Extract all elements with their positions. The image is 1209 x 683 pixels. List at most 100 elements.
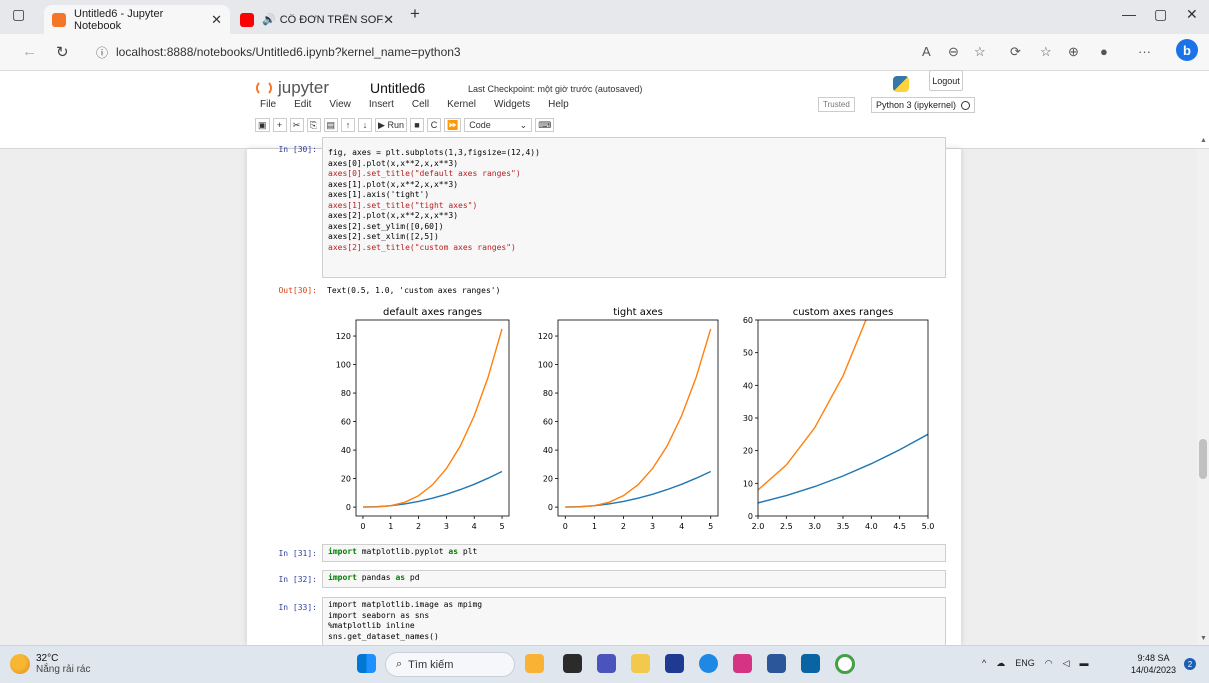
input-prompt: In [33]:	[278, 603, 317, 612]
volume-icon[interactable]: ◁	[1063, 658, 1070, 669]
back-icon[interactable]: ←	[22, 43, 37, 60]
menu-edit[interactable]: Edit	[294, 99, 311, 110]
cut-icon[interactable]: ✂	[289, 118, 304, 132]
jupyter-logo[interactable]: jupyter	[256, 78, 329, 98]
checkpoint-status: Last Checkpoint: một giờ trước (autosave…	[468, 84, 643, 94]
input-prompt: In [32]:	[278, 575, 317, 584]
mail-icon[interactable]	[801, 654, 820, 673]
menu-view[interactable]: View	[329, 99, 351, 110]
menu-cell[interactable]: Cell	[412, 99, 429, 110]
battery-icon[interactable]: ▬	[1080, 658, 1089, 669]
save-icon[interactable]: ▣	[255, 118, 270, 132]
chevron-up-icon[interactable]: ^	[982, 658, 986, 669]
input-prompt: In [30]:	[278, 145, 317, 154]
windows-start-icon[interactable]	[357, 654, 376, 673]
menu-file[interactable]: File	[260, 99, 276, 110]
search-icon: ⌕	[396, 658, 403, 670]
x-tick-label: 0	[360, 522, 365, 531]
new-tab-button[interactable]: +	[410, 4, 420, 24]
page-scrollbar[interactable]: ▲ ▼	[1197, 137, 1209, 645]
edge-icon[interactable]	[699, 654, 718, 673]
cloud-icon[interactable]: ☁	[996, 658, 1005, 669]
tab-label: CÔ ĐƠN TRÊN SOFA | Hồ N	[279, 13, 383, 26]
restart-icon[interactable]: C	[426, 118, 441, 132]
restart-run-icon[interactable]: ⏩	[443, 118, 462, 132]
logout-button[interactable]: Logout	[929, 70, 963, 91]
add-cell-icon[interactable]: +	[272, 118, 287, 132]
browser-tab-bar: ▢ Untitled6 - Jupyter Notebook ✕ 🔊 CÔ ĐƠ…	[0, 0, 1209, 34]
x-tick-label: 3	[444, 522, 449, 531]
notebook-toolbar: ▣ + ✂ ⎘ ▤ ↑ ↓ ▶ Run ■ C ⏩ Code ⌄ ⌨	[255, 118, 555, 132]
notebook-name[interactable]: Untitled6	[370, 80, 425, 96]
code-cell-31[interactable]: import matplotlib.pyplot as plt	[322, 544, 946, 562]
code-cell-30[interactable]: fig, axes = plt.subplots(1,3,figsize=(12…	[322, 137, 946, 278]
copy-icon[interactable]: ⎘	[306, 118, 321, 132]
weather-description: Nắng rải rác	[36, 664, 91, 675]
clock-time: 9:48 SA	[1137, 653, 1170, 663]
scroll-down-icon[interactable]: ▼	[1200, 635, 1207, 642]
store-icon[interactable]	[665, 654, 684, 673]
bing-icon[interactable]: b	[1176, 39, 1198, 61]
x-tick-label: 2	[621, 522, 626, 531]
trusted-badge[interactable]: Trusted	[818, 97, 855, 112]
y-tick-label: 40	[543, 446, 553, 455]
notebook-area: In [30]: fig, axes = plt.subplots(1,3,fi…	[0, 137, 1209, 649]
more-icon[interactable]: ···	[1138, 44, 1151, 59]
notification-badge[interactable]: 2	[1184, 658, 1196, 670]
cell-type-select[interactable]: Code ⌄	[464, 118, 533, 132]
url-field[interactable]: ⓘ localhost:8888/notebooks/Untitled6.ipy…	[96, 41, 876, 63]
windows-taskbar: 32°C Nắng rải rác ⌕ Tìm kiếm ^ ☁ ENG ◠ ◁ …	[0, 645, 1209, 683]
close-window-icon[interactable]: ✕	[1186, 6, 1198, 23]
profile-icon[interactable]: ●	[1100, 44, 1108, 59]
scrollbar-thumb[interactable]	[1199, 439, 1207, 479]
menu-widgets[interactable]: Widgets	[494, 99, 530, 110]
x-tick-label: 2.5	[780, 522, 793, 531]
python-logo-icon	[893, 76, 909, 92]
tab-actions-icon[interactable]: ▢	[12, 6, 25, 23]
tab-label: Untitled6 - Jupyter Notebook	[74, 7, 164, 32]
app-circle-icon[interactable]	[835, 654, 855, 674]
chat-icon[interactable]	[597, 654, 616, 673]
weather-widget[interactable]: 32°C Nắng rải rác	[10, 653, 90, 675]
paste-icon[interactable]: ▤	[323, 118, 339, 132]
interrupt-icon[interactable]: ■	[409, 118, 424, 132]
system-tray: ^ ☁ ENG ◠ ◁ ▬	[982, 658, 1089, 669]
minimize-icon[interactable]: —	[1122, 6, 1136, 22]
keyboard-icon[interactable]: ⌨	[535, 118, 555, 132]
scroll-up-icon[interactable]: ▲	[1200, 137, 1207, 144]
move-down-icon[interactable]: ↓	[358, 118, 373, 132]
move-up-icon[interactable]: ↑	[341, 118, 356, 132]
tab-youtube[interactable]: 🔊 CÔ ĐƠN TRÊN SOFA | Hồ N ✕	[232, 5, 402, 34]
menu-help[interactable]: Help	[548, 99, 569, 110]
menu-insert[interactable]: Insert	[369, 99, 394, 110]
word-icon[interactable]	[767, 654, 786, 673]
y-tick-label: 60	[341, 418, 351, 427]
collections-icon[interactable]: ⊕	[1068, 44, 1079, 60]
run-button[interactable]: ▶ Run	[375, 118, 407, 132]
task-view-icon[interactable]	[563, 654, 582, 673]
widget-icon[interactable]	[525, 654, 544, 673]
favorites-list-icon[interactable]: ☆	[1040, 44, 1052, 60]
wifi-icon[interactable]: ◠	[1045, 658, 1053, 669]
file-explorer-icon[interactable]	[631, 654, 650, 673]
y-tick-label: 100	[336, 361, 351, 370]
close-tab-icon[interactable]: ✕	[383, 12, 394, 28]
restore-icon[interactable]: ▢	[1154, 6, 1167, 23]
tab-jupyter[interactable]: Untitled6 - Jupyter Notebook ✕	[44, 5, 230, 34]
taskbar-search[interactable]: ⌕ Tìm kiếm	[385, 652, 515, 677]
menu-kernel[interactable]: Kernel	[447, 99, 476, 110]
favorite-icon[interactable]: ☆	[974, 44, 986, 60]
taskbar-clock[interactable]: 9:48 SA 14/04/2023	[1131, 652, 1176, 676]
y-tick-label: 50	[743, 349, 753, 358]
zoom-icon[interactable]: ⊖	[948, 44, 959, 60]
read-aloud-icon[interactable]: A	[922, 44, 931, 59]
extension-icon[interactable]: ⟳	[1010, 44, 1021, 60]
close-tab-icon[interactable]: ✕	[211, 12, 222, 28]
speaker-icon: 🔊	[262, 14, 276, 26]
refresh-icon[interactable]: ↻	[56, 43, 69, 61]
code-cell-33[interactable]: import matplotlib.image as mpimg import …	[322, 597, 946, 649]
language-indicator[interactable]: ENG	[1015, 658, 1035, 669]
app-icon[interactable]	[733, 654, 752, 673]
code-cell-32[interactable]: import pandas as pd	[322, 570, 946, 588]
weather-sun-icon	[10, 654, 30, 674]
